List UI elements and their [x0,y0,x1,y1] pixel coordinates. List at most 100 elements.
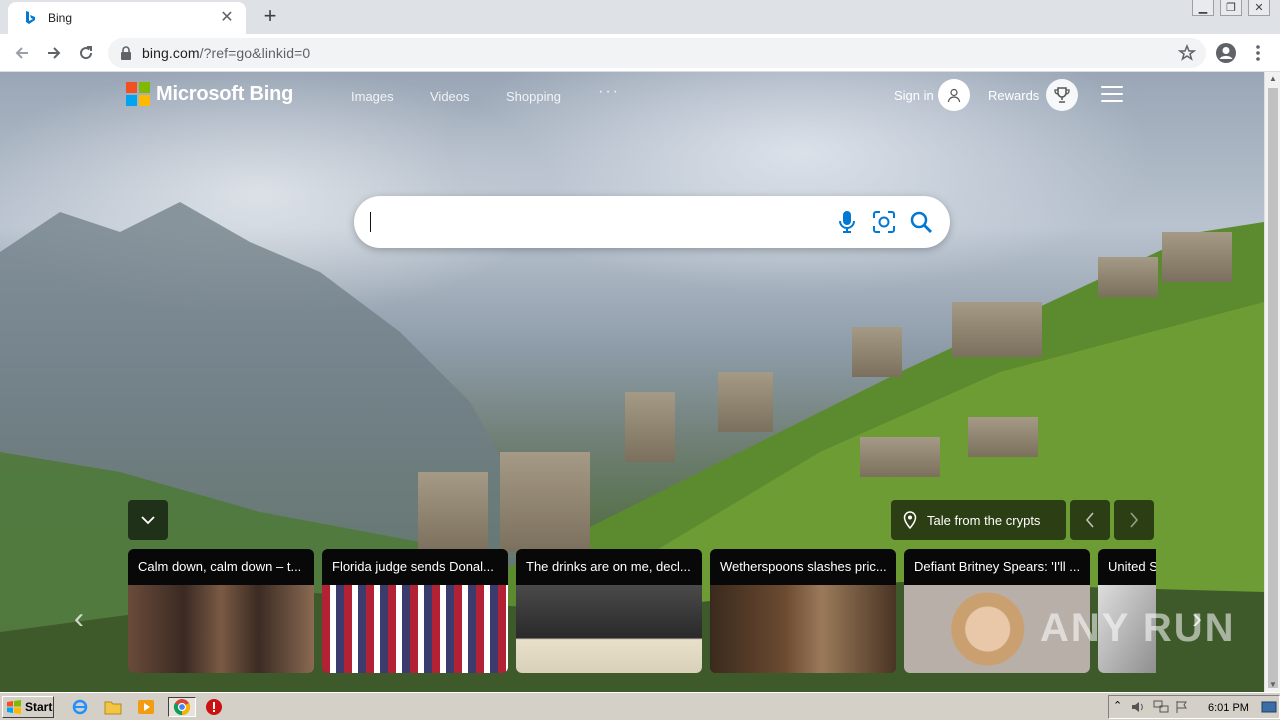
search-input[interactable] [370,206,830,238]
crypt-tower [1162,232,1232,282]
browser-toolbar: bing.com/?ref=go&linkid=0 [0,34,1280,72]
news-card[interactable]: The drinks are on me, decl... [516,549,702,673]
start-button[interactable]: Start [2,696,54,718]
action-center-flag-icon[interactable] [1175,700,1189,714]
rewards-link[interactable]: Rewards [988,88,1039,103]
user-icon [947,88,961,103]
previous-image-button[interactable] [1070,500,1110,540]
show-desktop-icon[interactable] [1261,700,1277,714]
nav-shopping[interactable]: Shopping [506,89,561,104]
collapse-feed-button[interactable] [128,500,168,540]
sign-in-link[interactable]: Sign in [894,88,934,103]
tray-expand-icon[interactable]: ⌃ [1113,699,1122,712]
profile-icon[interactable] [1215,42,1237,64]
back-button[interactable] [10,41,34,65]
windows-logo-icon [7,700,21,714]
search-icon [910,211,932,233]
news-headline: Calm down, calm down – t... [128,549,314,585]
volume-icon[interactable] [1131,700,1147,714]
bing-favicon-icon [26,11,35,24]
settings-menu-button[interactable] [1101,86,1123,102]
news-card[interactable]: Florida judge sends Donal... [322,549,508,673]
bing-logo[interactable]: Microsoft Bing [126,82,293,106]
reload-icon [80,46,93,60]
next-image-button[interactable] [1114,500,1154,540]
news-scroll-left-icon[interactable]: ‹ [74,602,84,636]
crypt-tower [500,452,590,552]
brand-name: Microsoft Bing [156,82,294,105]
visual-search-button[interactable] [871,209,897,235]
search-box[interactable] [354,196,950,248]
tab-close-icon[interactable]: ✕ [218,9,236,27]
url-path: /?ref=go&linkid=0 [199,45,311,61]
back-arrow-icon [15,47,28,59]
sign-in-avatar[interactable] [938,79,970,111]
news-thumbnail [516,585,702,673]
url-text: bing.com/?ref=go&linkid=0 [142,45,310,61]
bing-homepage: Microsoft Bing Images Videos Shopping ··… [0,72,1264,692]
news-headline: Wetherspoons slashes pric... [710,549,896,585]
bookmark-star-icon[interactable] [1178,44,1196,62]
start-label: Start [25,700,53,714]
crypt-tower [952,302,1042,357]
scroll-up-icon[interactable]: ▲ [1265,72,1280,86]
voice-search-button[interactable] [834,209,860,235]
nav-more-button[interactable]: ··· [598,83,620,101]
taskbar-clock[interactable]: 6:01 PM [1208,702,1249,714]
tab-strip: Bing ✕ + ▁ ❐ ✕ [0,0,1280,34]
media-player-taskbar-icon[interactable] [136,697,156,717]
tab-title: Bing [48,11,73,25]
news-card[interactable]: Wetherspoons slashes pric... [710,549,896,673]
forward-arrow-icon [48,47,61,59]
search-button[interactable] [908,209,934,235]
camera-search-icon [873,211,895,233]
network-icon[interactable] [1153,700,1169,714]
ie-taskbar-icon[interactable] [70,697,90,717]
window-controls: ▁ ❐ ✕ [1192,0,1270,16]
lock-icon [121,46,131,60]
news-headline: The drinks are on me, decl... [516,549,702,585]
chevron-right-icon [1130,512,1139,528]
nav-videos[interactable]: Videos [430,89,470,104]
close-window-button[interactable]: ✕ [1248,0,1270,16]
news-thumbnail [710,585,896,673]
news-headline: United S [1098,549,1156,585]
news-headline: Defiant Britney Spears: 'I'll ... [904,549,1090,585]
explorer-taskbar-icon[interactable] [103,697,123,717]
image-info-button[interactable]: Tale from the crypts [891,500,1066,540]
microsoft-logo-icon [126,82,150,106]
new-tab-button[interactable]: + [258,5,282,29]
rewards-badge[interactable] [1046,79,1078,111]
restore-button[interactable]: ❐ [1220,0,1242,16]
chevron-left-icon [1085,512,1094,528]
anyrun-watermark: ANY RUN [1040,606,1236,650]
browser-menu-icon[interactable] [1250,42,1266,64]
trophy-icon [1054,87,1070,103]
chrome-taskbar-icon[interactable] [168,697,196,717]
news-headline: Florida judge sends Donal... [322,549,508,585]
reload-button[interactable] [74,41,98,65]
address-bar[interactable]: bing.com/?ref=go&linkid=0 [108,38,1206,68]
page-scrollbar[interactable]: ▲ ▼ [1264,72,1280,692]
crypt-tower [1098,257,1158,297]
image-caption: Tale from the crypts [927,512,1041,528]
security-taskbar-icon[interactable] [204,697,224,717]
system-tray: ⌃ [1108,695,1280,719]
scroll-down-icon[interactable]: ▼ [1265,678,1280,692]
news-card[interactable]: Calm down, calm down – t... [128,549,314,673]
url-host: bing.com [142,45,200,61]
minimize-button[interactable]: ▁ [1192,0,1214,16]
crypt-tower [968,417,1038,457]
text-caret [370,212,371,232]
crypt-tower [852,327,902,377]
forward-button[interactable] [42,41,66,65]
windows-taskbar: Start ⌃ 6:01 PM [0,692,1280,720]
chevron-down-icon [141,516,155,525]
crypt-tower [418,472,488,552]
browser-tab[interactable]: Bing ✕ [8,2,246,34]
scroll-thumb[interactable] [1268,88,1278,688]
location-pin-icon [903,511,917,529]
crypt-tower [625,392,675,462]
nav-images[interactable]: Images [351,89,394,104]
crypt-tower [860,437,940,477]
